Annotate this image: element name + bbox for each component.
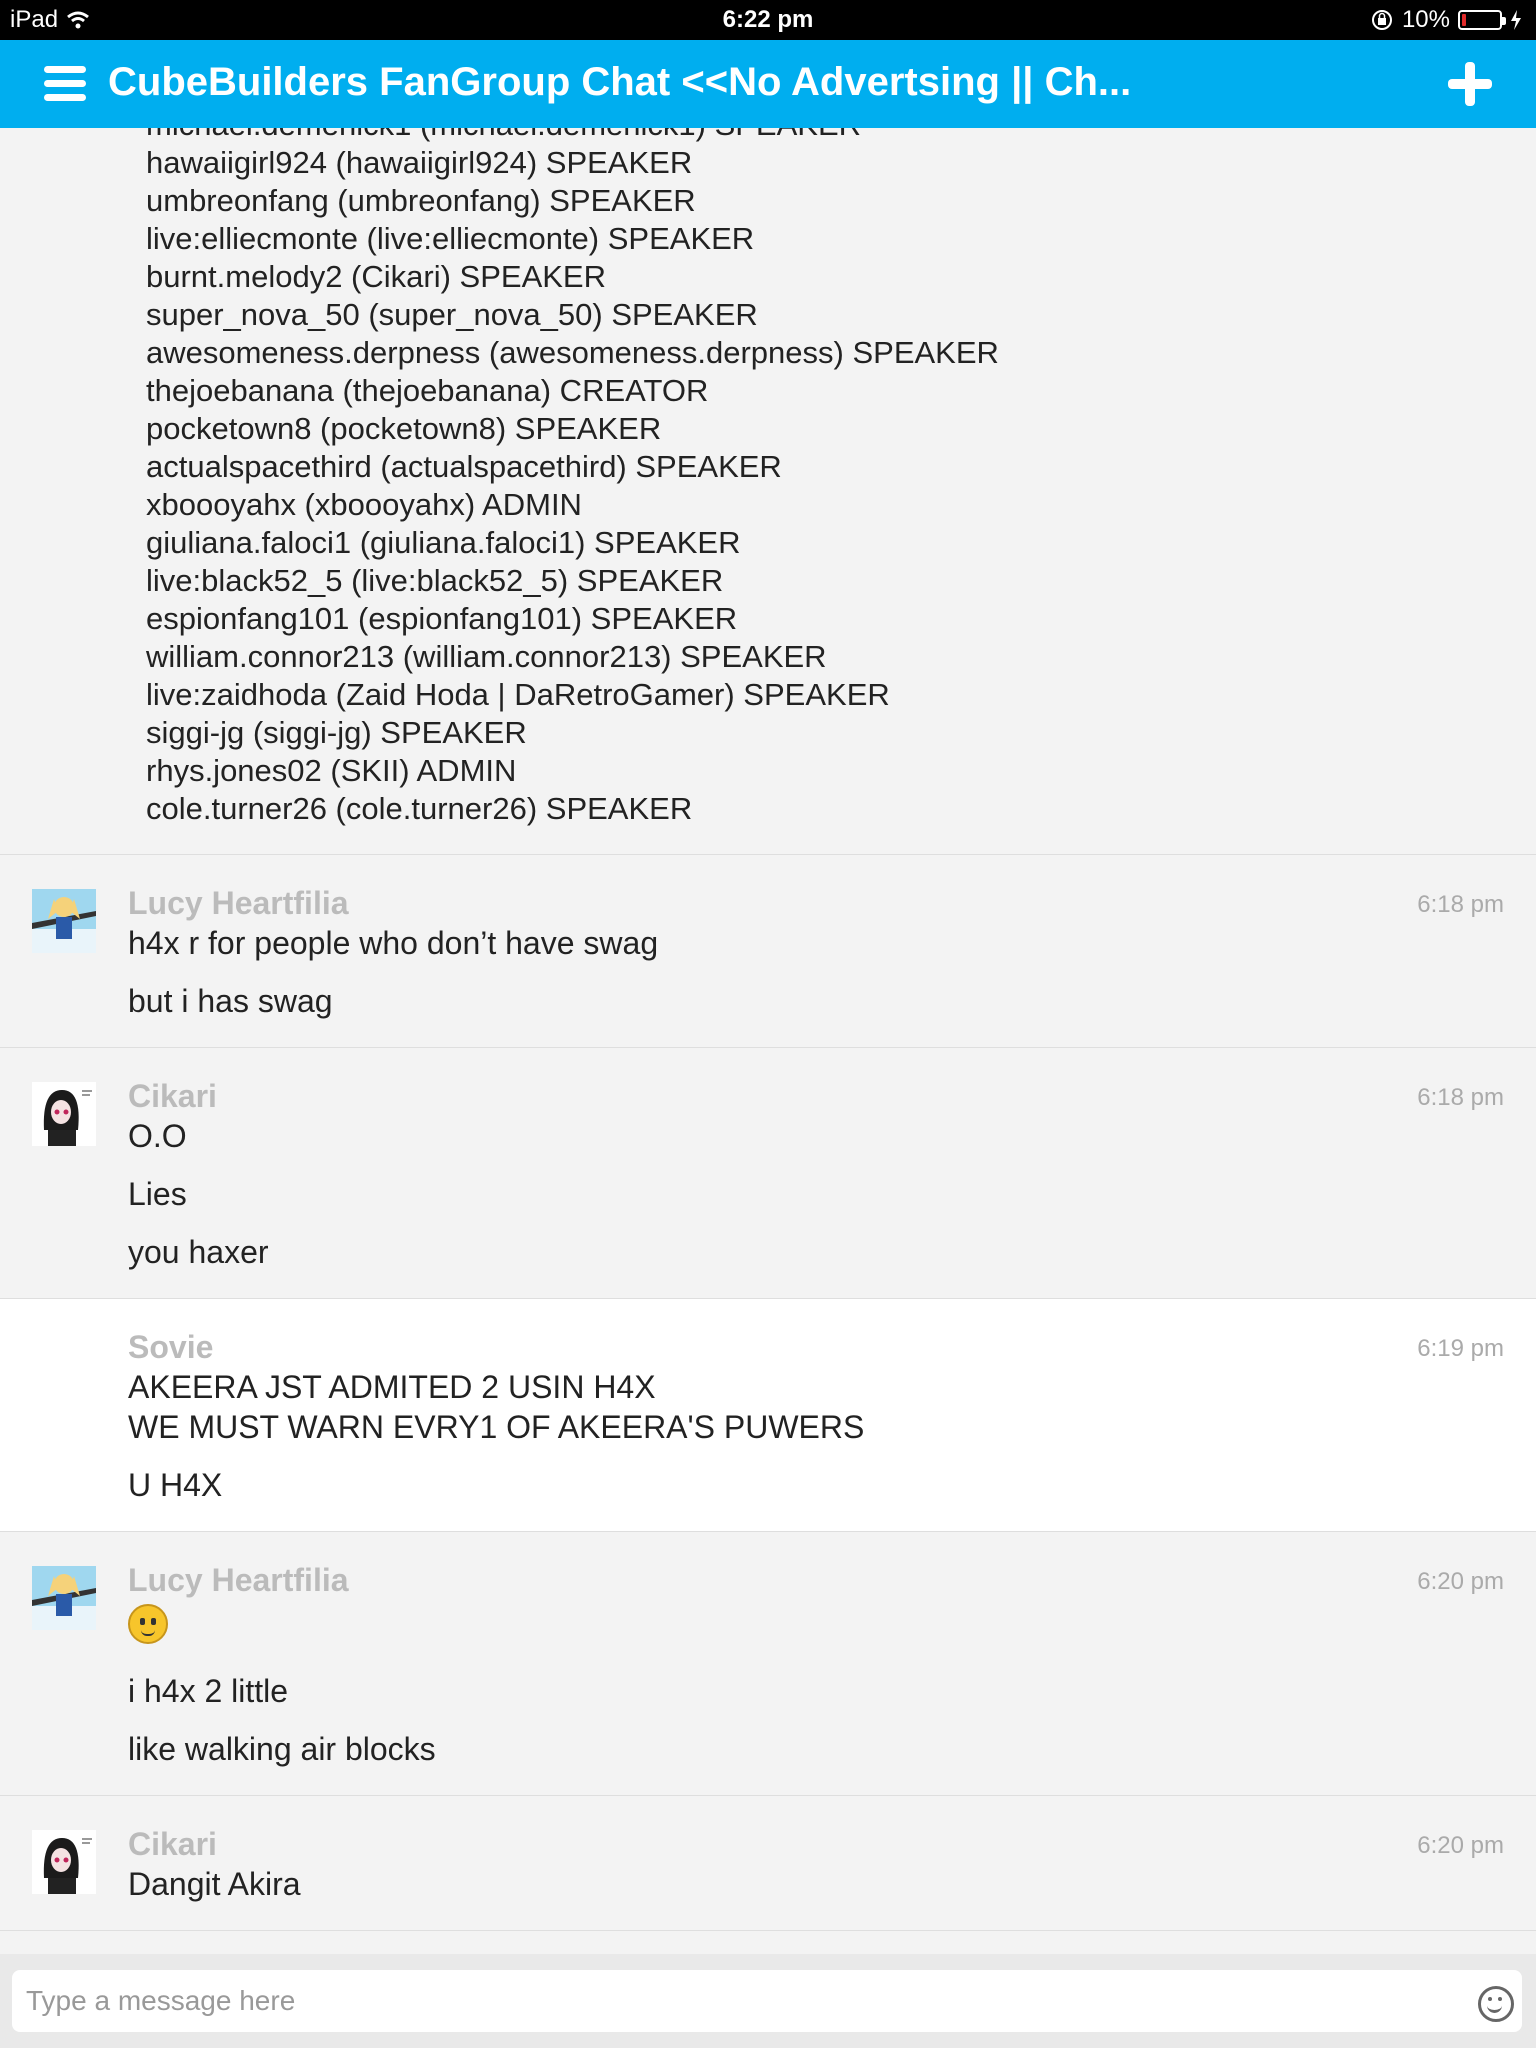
message-input[interactable] bbox=[12, 1970, 1522, 2032]
sender-name[interactable]: Lucy Heartfilia bbox=[128, 883, 1508, 923]
status-bar: iPad 6:22 pm 10% bbox=[0, 0, 1536, 40]
member-entry: michael.demenick1 (michael.demenick1) SP… bbox=[146, 128, 1536, 144]
sender-name[interactable]: Cikari bbox=[128, 1824, 1508, 1864]
smiley-face-emoji bbox=[128, 1604, 168, 1644]
timestamp: 6:20 pm bbox=[1417, 1832, 1504, 1859]
member-entry: actualspacethird (actualspacethird) SPEA… bbox=[146, 449, 782, 484]
member-entry: umbreonfang (umbreonfang) SPEAKER bbox=[146, 183, 696, 218]
member-entry: cole.turner26 (cole.turner26) SPEAKER bbox=[146, 791, 693, 826]
message-list[interactable]: michael.demenick1 (michael.demenick1) SP… bbox=[0, 128, 1536, 1954]
message-text: h4x r for people who don’t have swag bbox=[128, 925, 659, 961]
message-text: O.O bbox=[128, 1118, 187, 1154]
message-group: Lucy Heartfilia 6:18 pm h4x r for people w… bbox=[0, 855, 1536, 1048]
message-group: Sovie 6:19 pm AKEERA JST ADMITED 2 USIN H4… bbox=[0, 1299, 1536, 1532]
composer bbox=[0, 1954, 1536, 2048]
message-text: i h4x 2 little bbox=[128, 1673, 289, 1709]
member-entry: rhys.jones02 (SKII) ADMIN bbox=[146, 753, 517, 788]
member-entry: live:black52_5 (live:black52_5) SPEAKER bbox=[146, 563, 724, 598]
avatar[interactable] bbox=[32, 889, 96, 953]
message-text: you haxer bbox=[128, 1234, 269, 1270]
battery-percent: 10% bbox=[1401, 6, 1450, 33]
member-entry: live:zaidhoda (Zaid Hoda | DaRetroGamer)… bbox=[146, 677, 890, 712]
avatar[interactable] bbox=[32, 1082, 96, 1146]
message-text: but i has swag bbox=[128, 983, 333, 1019]
timestamp: 6:18 pm bbox=[1417, 891, 1504, 918]
sender-name[interactable]: Cikari bbox=[128, 1076, 1508, 1116]
member-entry: thejoebanana (thejoebanana) CREATOR bbox=[146, 373, 709, 408]
avatar[interactable] bbox=[32, 1566, 96, 1630]
message-group: Lucy Heartfilia 6:20 pm i h4x 2 little like… bbox=[0, 1532, 1536, 1796]
sender-name[interactable]: Lucy Heartfilia bbox=[128, 1560, 1508, 1600]
menu-icon[interactable] bbox=[44, 64, 86, 104]
member-entry: super_nova_50 (super_nova_50) SPEAKER bbox=[146, 297, 758, 332]
message-text: Dangit Akira bbox=[128, 1866, 301, 1902]
message-group: Cikari 6:18 pm O.O Lies you haxer bbox=[0, 1048, 1536, 1299]
message-group: Cikari 6:20 pm Dangit Akira bbox=[0, 1796, 1536, 1931]
timestamp: 6:19 pm bbox=[1417, 1335, 1504, 1362]
member-entry: hawaiigirl924 (hawaiigirl924) SPEAKER bbox=[146, 145, 693, 180]
timestamp: 6:20 pm bbox=[1417, 1568, 1504, 1595]
plus-icon[interactable] bbox=[1448, 62, 1492, 106]
member-entry: espionfang101 (espionfang101) SPEAKER bbox=[146, 601, 738, 636]
member-list: michael.demenick1 (michael.demenick1) SP… bbox=[0, 128, 1536, 855]
timestamp: 6:18 pm bbox=[1417, 1084, 1504, 1111]
emoji-picker-icon[interactable] bbox=[1478, 1986, 1514, 2022]
member-entry: pocketown8 (pocketown8) SPEAKER bbox=[146, 411, 662, 446]
message-text: WE MUST WARN EVRY1 OF AKEERA'S PUWERS bbox=[128, 1409, 865, 1445]
sender-name[interactable]: Sovie bbox=[128, 1327, 1508, 1367]
member-entry: burnt.melody2 (Cikari) SPEAKER bbox=[146, 259, 606, 294]
member-entry: william.connor213 (william.connor213) SP… bbox=[146, 639, 827, 674]
clock: 6:22 pm bbox=[722, 6, 814, 33]
charging-icon bbox=[1511, 10, 1521, 30]
message-text: Lies bbox=[128, 1176, 187, 1212]
chat-title[interactable]: CubeBuilders FanGroup Chat <<No Advertsi… bbox=[108, 60, 1131, 105]
message-text: like walking air blocks bbox=[128, 1731, 436, 1767]
member-entry: giuliana.faloci1 (giuliana.faloci1) SPEA… bbox=[146, 525, 741, 560]
orientation-lock-icon bbox=[1371, 10, 1392, 30]
avatar[interactable] bbox=[32, 1830, 96, 1894]
member-entry: live:elliecmonte (live:elliecmonte) SPEA… bbox=[146, 221, 755, 256]
chat-header: CubeBuilders FanGroup Chat <<No Advertsi… bbox=[0, 40, 1536, 128]
member-entry: awesomeness.derpness (awesomeness.derpne… bbox=[146, 335, 999, 370]
message-text: U H4X bbox=[128, 1467, 223, 1503]
message-text: AKEERA JST ADMITED 2 USIN H4X bbox=[128, 1369, 656, 1405]
member-entry: xboooyahx (xboooyahx) ADMIN bbox=[146, 487, 582, 522]
member-entry: siggi-jg (siggi-jg) SPEAKER bbox=[146, 715, 527, 750]
battery-icon bbox=[1458, 10, 1506, 30]
